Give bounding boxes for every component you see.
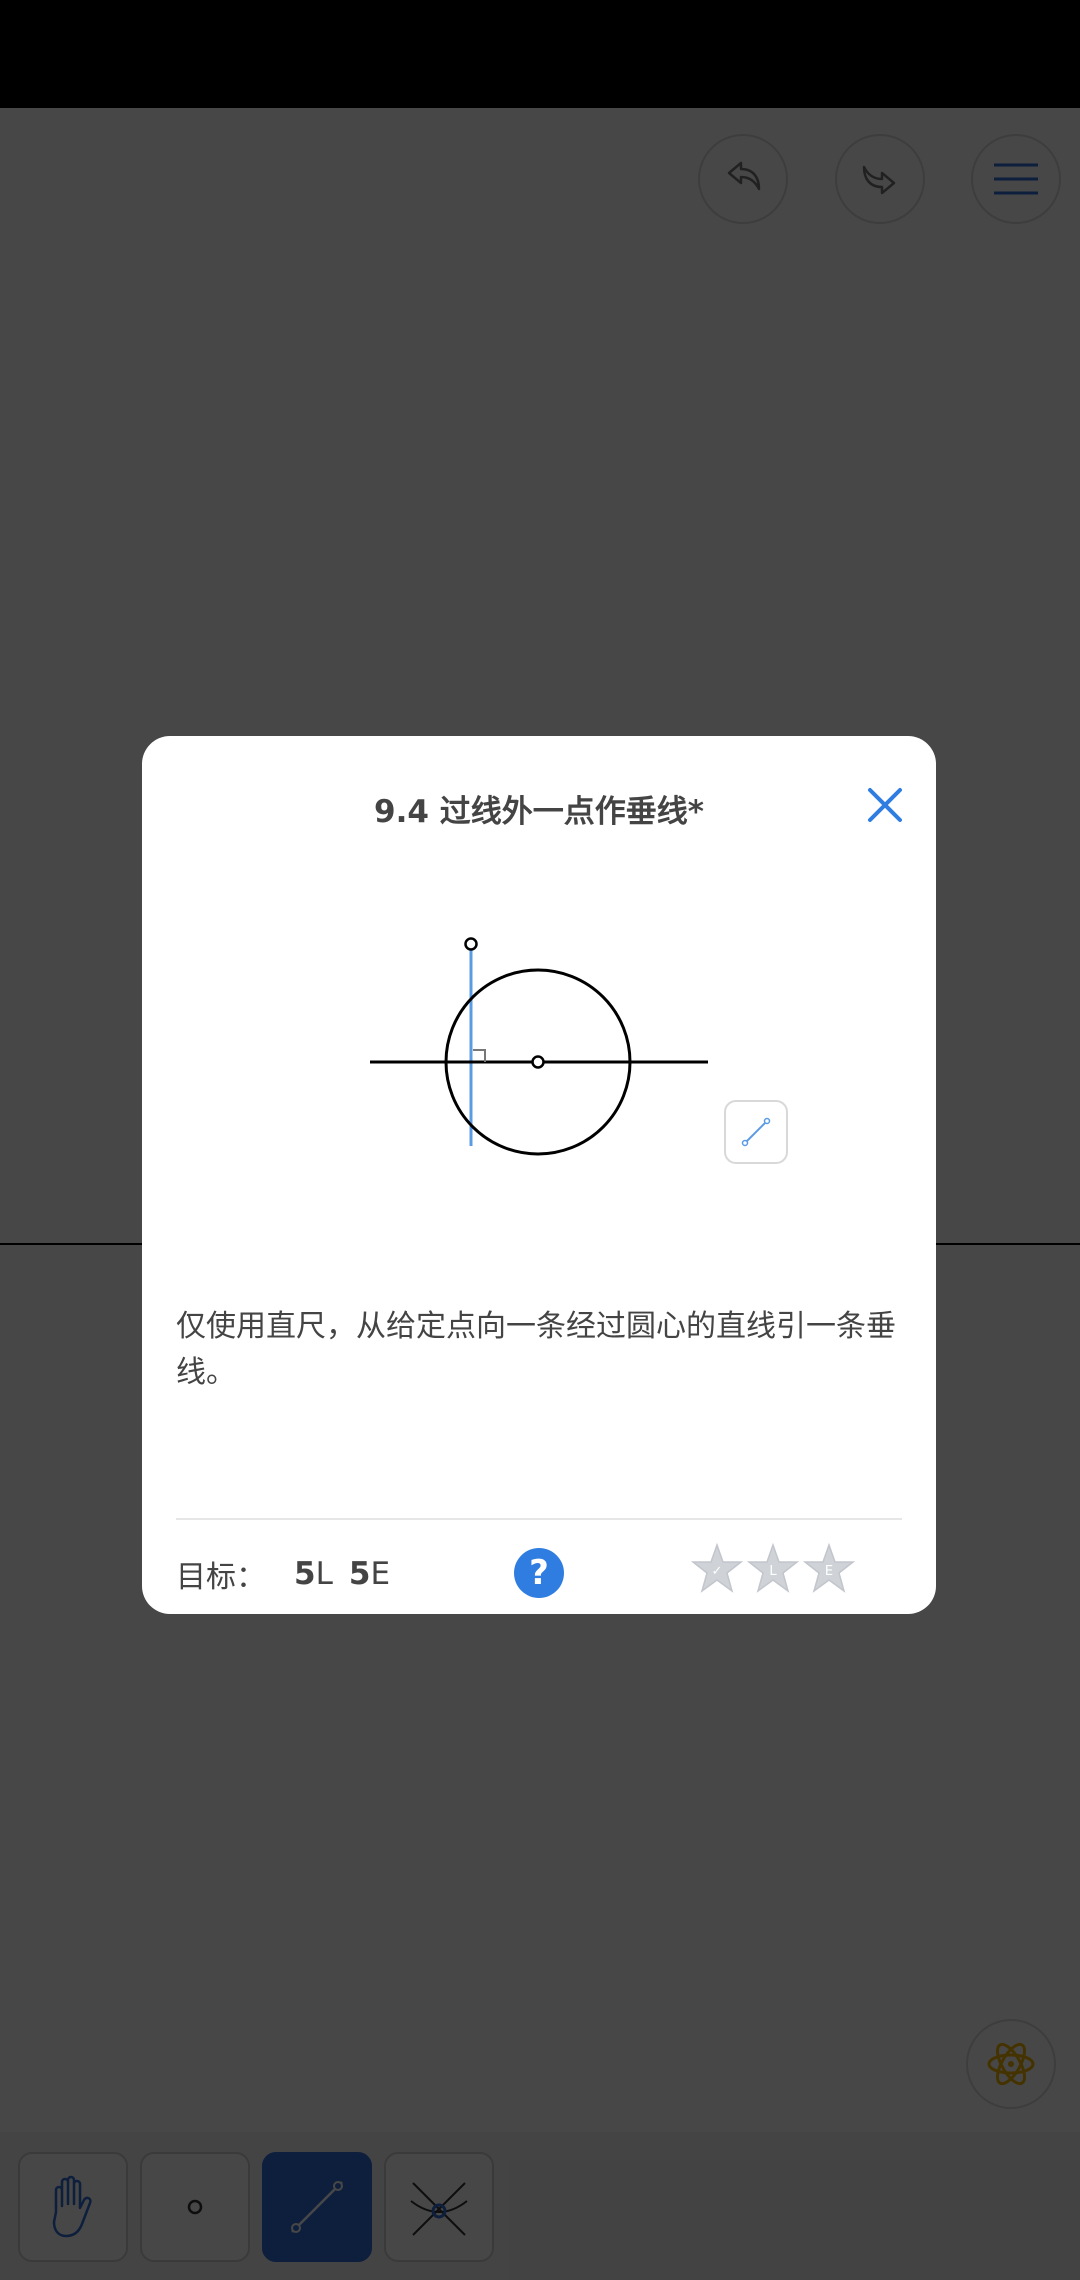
status-bar	[0, 0, 1080, 108]
line-icon	[741, 1117, 771, 1147]
goal-l-value: 5L	[294, 1556, 333, 1592]
star-l-icon: L	[746, 1542, 800, 1593]
goal-label: 目标：	[176, 1560, 266, 1595]
goal-e-value: 5E	[348, 1556, 391, 1592]
right-angle-mark	[473, 1049, 486, 1062]
star-e-icon: E	[802, 1542, 856, 1593]
star-e-label: E	[825, 1564, 833, 1579]
star-rating: ✓ L E	[690, 1542, 856, 1596]
problem-diagram	[370, 937, 708, 1156]
divider	[176, 1518, 902, 1520]
star-check-icon: ✓	[690, 1542, 744, 1593]
level-dialog: 9.4 过线外一点作垂线* 仅使用直尺，从给定点向一条经过圆心的直线引一条垂线。…	[142, 736, 936, 1614]
help-icon: ?	[529, 1553, 549, 1593]
problem-description: 仅使用直尺，从给定点向一条经过圆心的直线引一条垂线。	[176, 1309, 896, 1390]
line-tool-badge	[724, 1100, 788, 1164]
star-l-label: L	[769, 1564, 777, 1579]
close-button[interactable]	[860, 780, 910, 830]
star-check-label: ✓	[712, 1564, 723, 1579]
close-icon	[868, 788, 902, 822]
dialog-title: 9.4 过线外一点作垂线*	[374, 794, 704, 830]
help-button[interactable]: ?	[514, 1548, 564, 1598]
given-point	[464, 937, 478, 951]
goal-row: 目标： 5L 5E	[176, 1536, 390, 1612]
circle-center-point	[531, 1055, 545, 1069]
